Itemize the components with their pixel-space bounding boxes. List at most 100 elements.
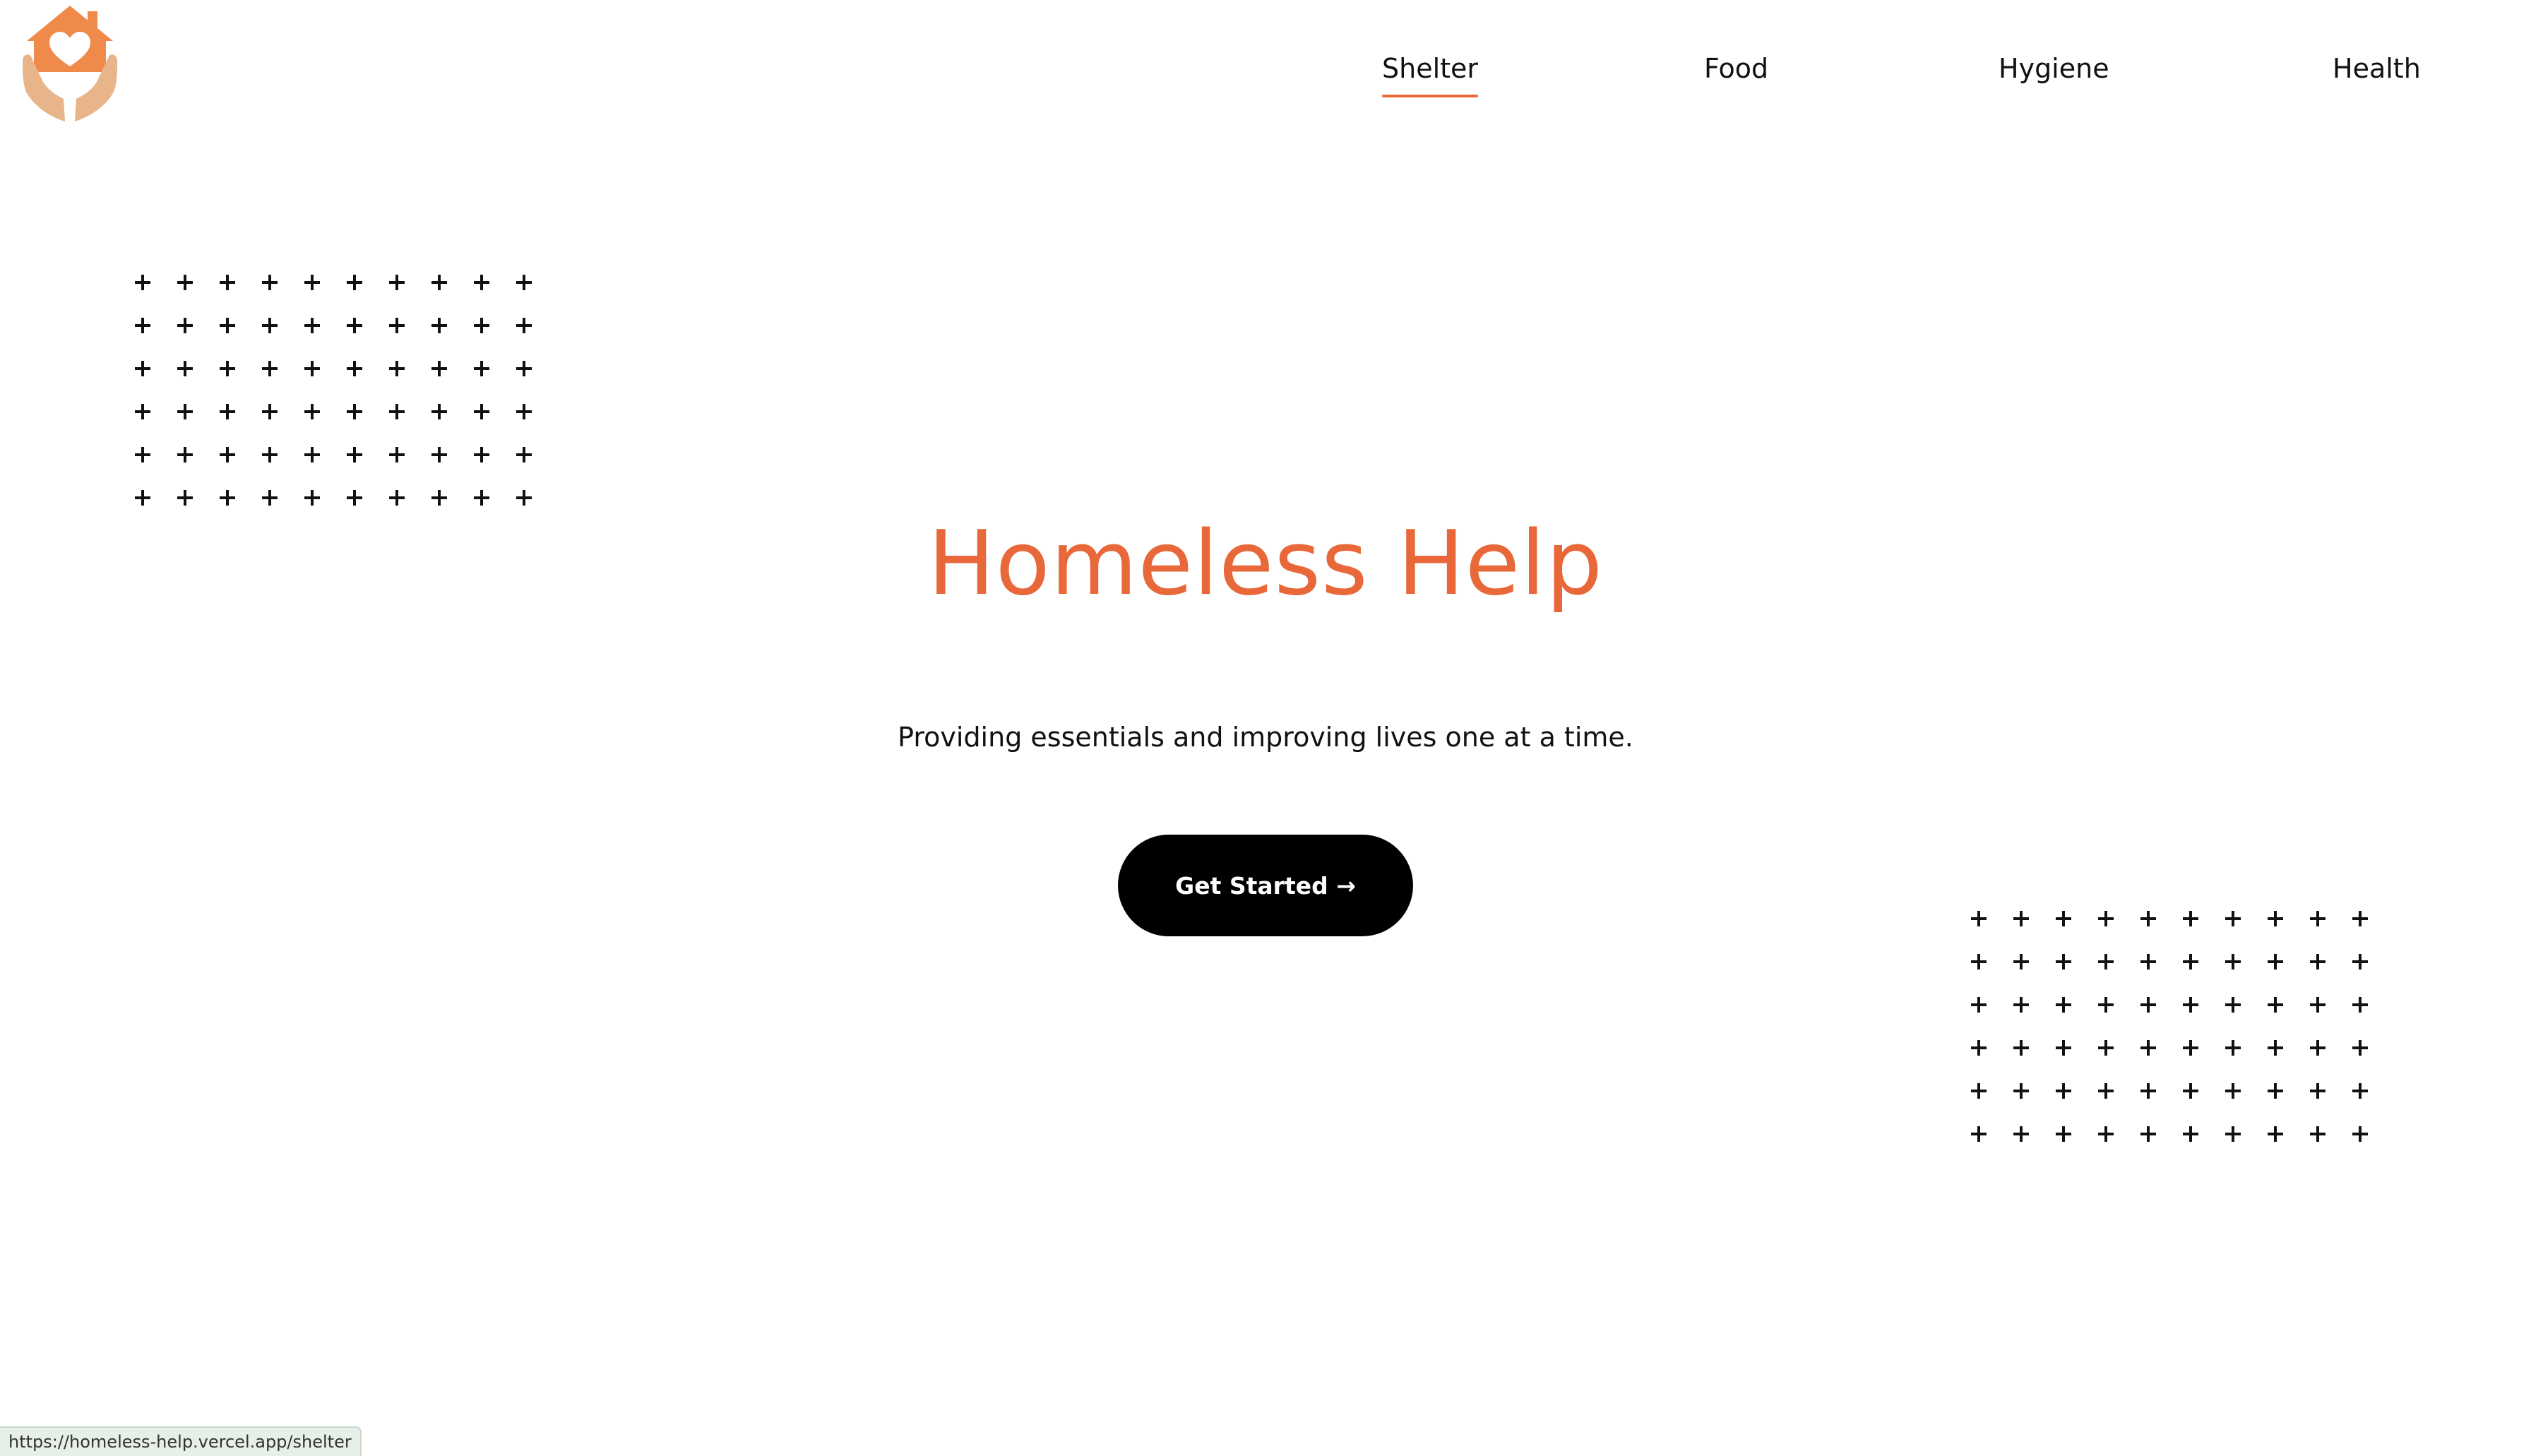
plus-icon (206, 390, 249, 433)
plus-icon (460, 390, 503, 433)
plus-icon (2169, 1026, 2212, 1069)
house-heart-hands-icon[interactable] (18, 1, 121, 127)
plus-icon (2339, 1069, 2381, 1112)
plus-icon (2212, 897, 2254, 940)
plus-icon (2297, 897, 2339, 940)
plus-icon (2085, 1112, 2127, 1155)
plus-icon (503, 304, 545, 347)
plus-icon (2169, 1112, 2212, 1155)
plus-icon (460, 347, 503, 390)
plus-pattern-bottom-right (1958, 897, 2381, 1155)
plus-icon (2085, 1069, 2127, 1112)
plus-icon (2254, 1069, 2297, 1112)
plus-icon (2297, 1026, 2339, 1069)
status-bar-url: https://homeless-help.vercel.app/shelter (0, 1426, 362, 1456)
plus-icon (2169, 940, 2212, 983)
logo-graphic (23, 6, 117, 121)
main-nav: Shelter Food Hygiene Health (1342, 49, 2443, 99)
plus-icon (121, 390, 164, 433)
plus-icon (2127, 1112, 2169, 1155)
plus-icon (2339, 1112, 2381, 1155)
plus-icon (2085, 1026, 2127, 1069)
plus-icon (333, 304, 376, 347)
get-started-button[interactable]: Get Started → (1118, 835, 1413, 936)
plus-icon (164, 390, 206, 433)
plus-icon (2339, 983, 2381, 1026)
plus-icon (2042, 983, 2085, 1026)
plus-icon (503, 433, 545, 476)
plus-icon (2127, 897, 2169, 940)
plus-icon (291, 261, 333, 304)
plus-icon (2297, 983, 2339, 1026)
nav-item-shelter[interactable]: Shelter (1382, 49, 1479, 97)
plus-icon (121, 433, 164, 476)
plus-icon (333, 433, 376, 476)
plus-icon (460, 261, 503, 304)
plus-icon (2339, 1026, 2381, 1069)
plus-icon (376, 261, 418, 304)
plus-icon (2339, 940, 2381, 983)
plus-icon (2212, 940, 2254, 983)
plus-icon (206, 261, 249, 304)
plus-icon (333, 261, 376, 304)
plus-icon (2169, 1069, 2212, 1112)
plus-icon (206, 304, 249, 347)
plus-icon (2339, 897, 2381, 940)
plus-icon (460, 304, 503, 347)
plus-icon (333, 390, 376, 433)
plus-icon (2000, 1069, 2042, 1112)
plus-icon (2042, 940, 2085, 983)
plus-icon (1958, 940, 2000, 983)
plus-icon (1958, 1026, 2000, 1069)
plus-icon (206, 347, 249, 390)
plus-icon (2000, 897, 2042, 940)
plus-icon (291, 347, 333, 390)
plus-icon (376, 347, 418, 390)
plus-icon (164, 304, 206, 347)
plus-icon (121, 261, 164, 304)
plus-icon (2254, 897, 2297, 940)
nav-item-hygiene[interactable]: Hygiene (1999, 49, 2109, 88)
plus-icon (2000, 983, 2042, 1026)
plus-icon (291, 433, 333, 476)
nav-item-food[interactable]: Food (1704, 49, 1768, 88)
plus-icon (2085, 983, 2127, 1026)
plus-icon (2042, 1112, 2085, 1155)
plus-icon (1958, 1112, 2000, 1155)
plus-icon (376, 304, 418, 347)
plus-icon (2297, 940, 2339, 983)
plus-icon (164, 347, 206, 390)
plus-icon (2000, 1026, 2042, 1069)
plus-icon (418, 347, 460, 390)
plus-icon (2169, 983, 2212, 1026)
plus-pattern-top-left (121, 261, 545, 519)
plus-icon (249, 390, 291, 433)
plus-icon (503, 347, 545, 390)
plus-icon (1958, 1069, 2000, 1112)
plus-icon (2127, 1069, 2169, 1112)
plus-icon (2042, 1026, 2085, 1069)
plus-icon (503, 390, 545, 433)
plus-icon (376, 390, 418, 433)
plus-icon (1958, 897, 2000, 940)
plus-icon (2297, 1069, 2339, 1112)
plus-icon (2042, 897, 2085, 940)
plus-icon (1958, 983, 2000, 1026)
hero-title: Homeless Help (927, 511, 1604, 615)
page: Shelter Food Hygiene Health Homeless Hel… (0, 0, 2531, 1456)
plus-icon (2000, 940, 2042, 983)
plus-icon (2254, 940, 2297, 983)
plus-icon (333, 347, 376, 390)
plus-icon (418, 304, 460, 347)
plus-icon (121, 304, 164, 347)
plus-icon (2042, 1069, 2085, 1112)
plus-icon (249, 261, 291, 304)
plus-icon (121, 347, 164, 390)
plus-icon (2085, 940, 2127, 983)
plus-icon (2212, 1026, 2254, 1069)
plus-icon (418, 390, 460, 433)
plus-icon (249, 304, 291, 347)
plus-icon (2254, 1026, 2297, 1069)
nav-item-health[interactable]: Health (2333, 49, 2421, 88)
plus-icon (2212, 1069, 2254, 1112)
